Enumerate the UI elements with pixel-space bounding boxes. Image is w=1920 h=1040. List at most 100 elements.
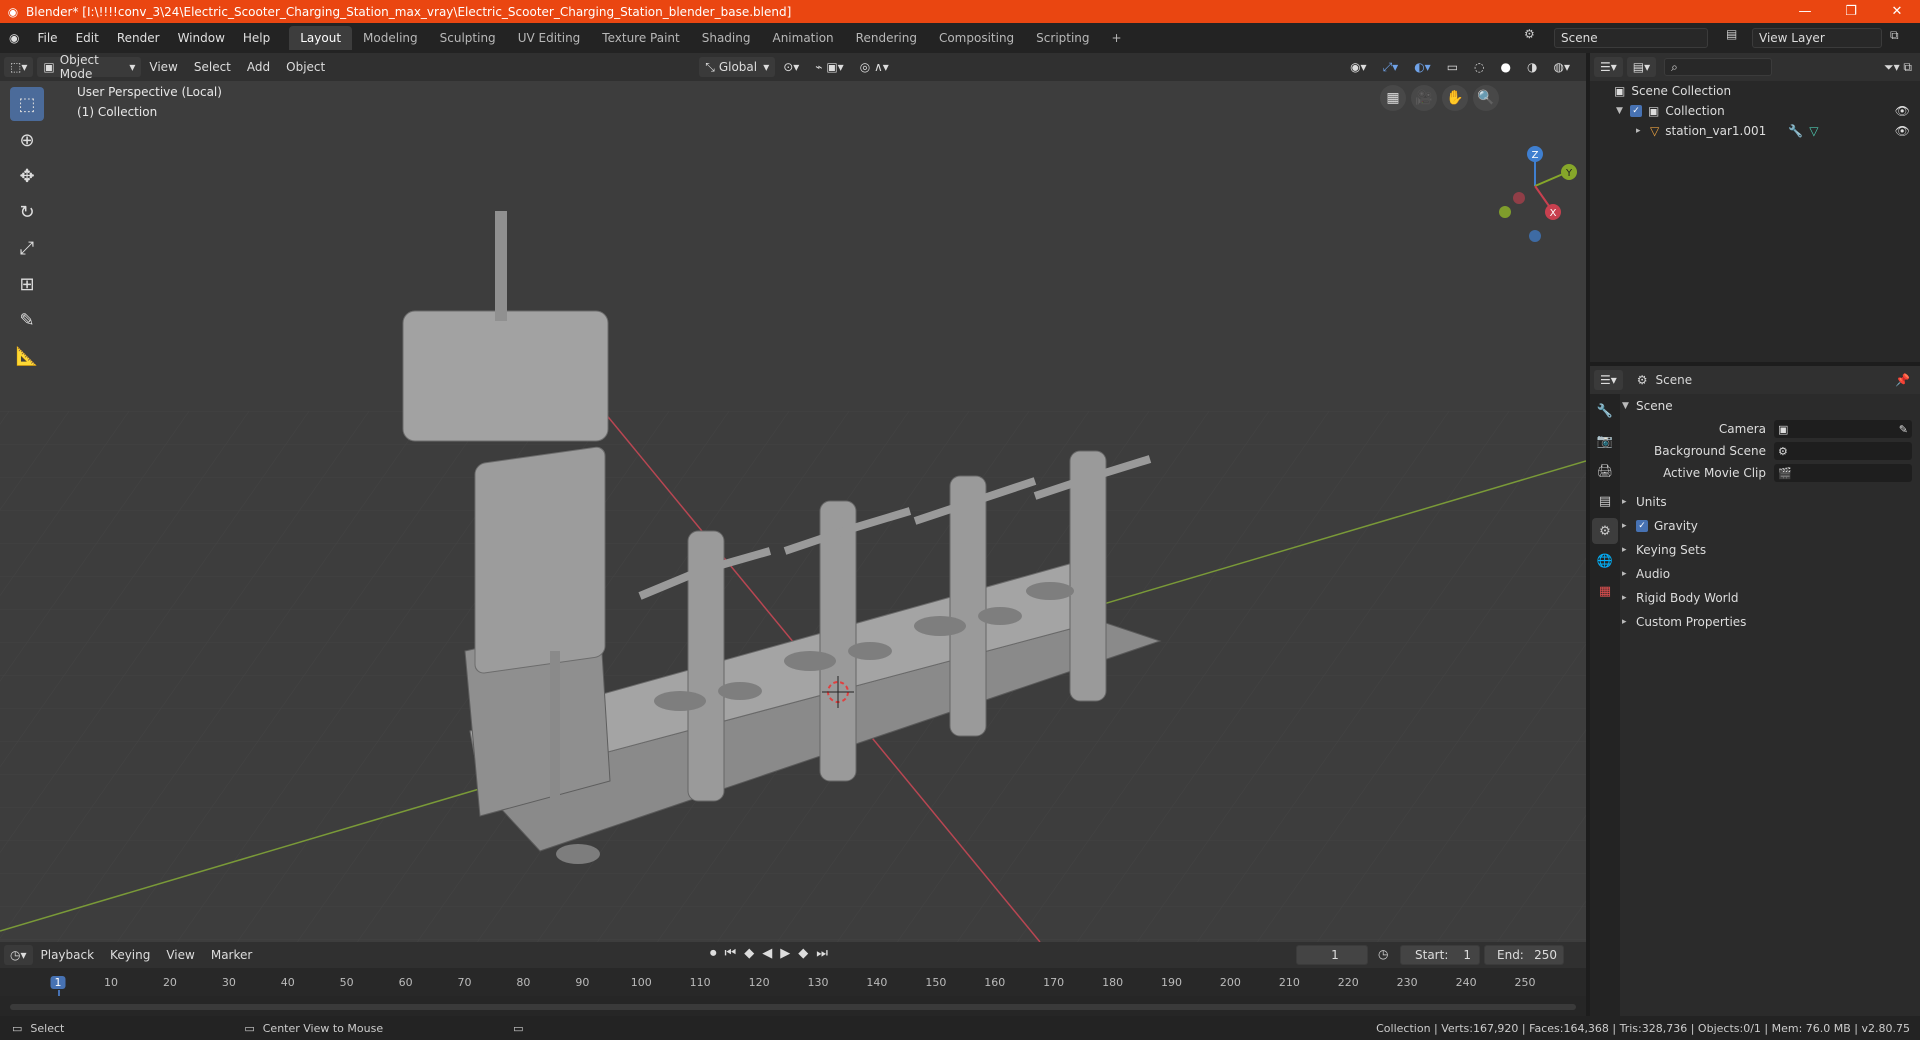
jump-start-icon[interactable]: ⏮ [725,946,737,961]
tab-modeling[interactable]: Modeling [352,26,429,50]
active-movie-clip-field[interactable]: 🎬 [1774,464,1912,482]
tab-scripting[interactable]: Scripting [1025,26,1100,50]
panel-rigid-body-world[interactable]: ▸ Rigid Body World [1622,586,1920,610]
tool-tab-icon[interactable]: 🔧 [1592,398,1618,424]
properties-editor-type[interactable]: ☰▾ [1594,370,1623,390]
current-frame-field[interactable]: 1 [1296,945,1368,965]
menu-keying[interactable]: Keying [102,948,158,962]
mesh-data-icon[interactable]: ▽ [1809,124,1818,138]
move-tool-icon[interactable]: ✥ [10,159,44,193]
filter-icon[interactable]: ⏷▾ ⧉ [1884,60,1912,75]
gravity-checkbox[interactable]: ✓ [1636,520,1648,532]
start-frame-field[interactable]: Start: 1 [1400,945,1480,965]
menu-select[interactable]: Select [186,60,239,74]
next-keyframe-icon[interactable]: ◆ [798,946,808,961]
grid-toggle-icon[interactable]: ▦ [1380,85,1406,111]
navigation-gizmo[interactable]: Z Y X [1499,146,1577,242]
pin-icon[interactable]: 📌 [1895,373,1910,387]
record-icon[interactable]: ⏺ [710,946,717,961]
world-tab-icon[interactable]: 🌐 [1592,548,1618,574]
menu-help[interactable]: Help [234,31,279,45]
menu-marker[interactable]: Marker [203,948,260,962]
panel-custom-properties[interactable]: ▸ Custom Properties [1622,610,1920,634]
camera-field[interactable]: ▣ ✎ [1774,420,1912,438]
solid-shading-icon[interactable]: ● [1493,60,1519,74]
pivot-icon[interactable]: ⊙▾ [775,60,807,74]
menu-render[interactable]: Render [108,31,169,45]
background-scene-field[interactable]: ⚙ [1774,442,1912,460]
menu-edit[interactable]: Edit [67,31,108,45]
menu-window[interactable]: Window [169,31,234,45]
play-icon[interactable]: ▶ [780,946,790,961]
overlay-toggle-icon[interactable]: ◐▾ [1406,60,1439,74]
maximize-button[interactable]: ❐ [1828,0,1874,23]
stopwatch-icon[interactable]: ◷ [1378,947,1388,961]
timeline-ruler[interactable]: 1 10 20 30 40 50 60 70 80 90 100 110 120 130 140 150 160… [0,968,1586,1016]
menu-file[interactable]: File [28,31,66,45]
outliner-row-object[interactable]: ▸ ▽ station_var1.001 🔧 ▽ 👁 [1590,121,1920,141]
expand-arrow-icon[interactable]: ▼ [1616,106,1630,116]
pan-hand-icon[interactable]: ✋ [1442,85,1468,111]
scale-tool-icon[interactable]: ⤢ [10,231,44,265]
outliner-row-collection[interactable]: ▼ ✓ ▣ Collection 👁 [1590,101,1920,121]
tab-compositing[interactable]: Compositing [928,26,1025,50]
select-box-tool-icon[interactable]: ⬚ [10,87,44,121]
panel-scene-header[interactable]: ▼ Scene [1622,394,1920,418]
eye-icon[interactable]: 👁 [1895,124,1910,138]
tab-shading[interactable]: Shading [691,26,762,50]
tab-sculpting[interactable]: Sculpting [429,26,507,50]
timeline-scrollbar[interactable] [10,1004,1576,1010]
tab-rendering[interactable]: Rendering [845,26,928,50]
scene-tab-icon[interactable]: ⚙ [1592,518,1618,544]
minimize-button[interactable]: — [1782,0,1828,23]
menu-object[interactable]: Object [278,60,333,74]
new-view-layer-icon[interactable]: ⧉ [1890,28,1899,43]
blender-menu-icon[interactable]: ◉ [0,31,28,45]
tab-layout[interactable]: Layout [289,26,353,50]
tab-animation[interactable]: Animation [761,26,844,50]
collection-checkbox[interactable]: ✓ [1630,105,1642,117]
editor-type-dropdown[interactable]: ⬚▾ [4,57,34,77]
measure-tool-icon[interactable]: 📐 [10,339,44,373]
menu-view[interactable]: View [141,60,185,74]
transform-tool-icon[interactable]: ⊞ [10,267,44,301]
visibility-icon[interactable]: ◉▾ [1342,60,1375,74]
prev-keyframe-icon[interactable]: ◆ [744,946,754,961]
camera-view-icon[interactable]: 🎥 [1411,85,1437,111]
view-layer-tab-icon[interactable]: ▤ [1592,488,1618,514]
add-workspace-button[interactable]: + [1101,26,1133,50]
modifier-wrench-icon[interactable]: 🔧 [1788,124,1803,138]
scene-selector[interactable]: Scene [1554,28,1708,48]
mode-dropdown[interactable]: ▣ Object Mode ▾ [37,53,142,81]
panel-units[interactable]: ▸ Units [1622,490,1920,514]
outliner-search-input[interactable]: ⌕ [1664,58,1773,76]
close-button[interactable]: ✕ [1874,0,1920,23]
rendered-shading-icon[interactable]: ◍▾ [1546,60,1579,74]
gizmo-toggle-icon[interactable]: ⤢▾ [1375,60,1407,75]
expand-arrow-icon[interactable]: ▸ [1636,126,1650,136]
current-frame-marker[interactable]: 1 [50,976,66,989]
annotate-tool-icon[interactable]: ✎ [10,303,44,337]
render-tab-icon[interactable]: 📷 [1592,428,1618,454]
tab-uv-editing[interactable]: UV Editing [507,26,592,50]
menu-add[interactable]: Add [239,60,278,74]
display-mode-dropdown[interactable]: ▤▾ [1626,57,1657,77]
jump-end-icon[interactable]: ⏭ [816,946,828,961]
output-tab-icon[interactable]: 🖨 [1592,458,1618,484]
timeline-body[interactable] [0,996,1586,1016]
timeline-editor-type[interactable]: ◷▾ [4,945,33,965]
cursor-tool-icon[interactable]: ⊕ [10,123,44,157]
play-reverse-icon[interactable]: ◀ [762,946,772,961]
3d-viewport[interactable]: Z Y X ⬚ ⊕ ✥ ↻ ⤢ ⊞ ✎ 📐 User Perspective (… [0,81,1586,942]
material-shading-icon[interactable]: ◑ [1519,60,1545,74]
outliner-row-scene-collection[interactable]: ▣ Scene Collection [1590,81,1920,101]
menu-playback[interactable]: Playback [33,948,103,962]
snap-icon[interactable]: ⌁ ▣▾ [807,60,851,74]
wireframe-shading-icon[interactable]: ◌ [1466,60,1492,74]
panel-audio[interactable]: ▸ Audio [1622,562,1920,586]
end-frame-field[interactable]: End: 250 [1484,945,1564,965]
texture-tab-icon[interactable]: ▦ [1592,578,1618,604]
zoom-icon[interactable]: 🔍 [1473,85,1499,111]
outliner-editor-type[interactable]: ☰▾ [1594,57,1623,77]
menu-timeline-view[interactable]: View [158,948,202,962]
